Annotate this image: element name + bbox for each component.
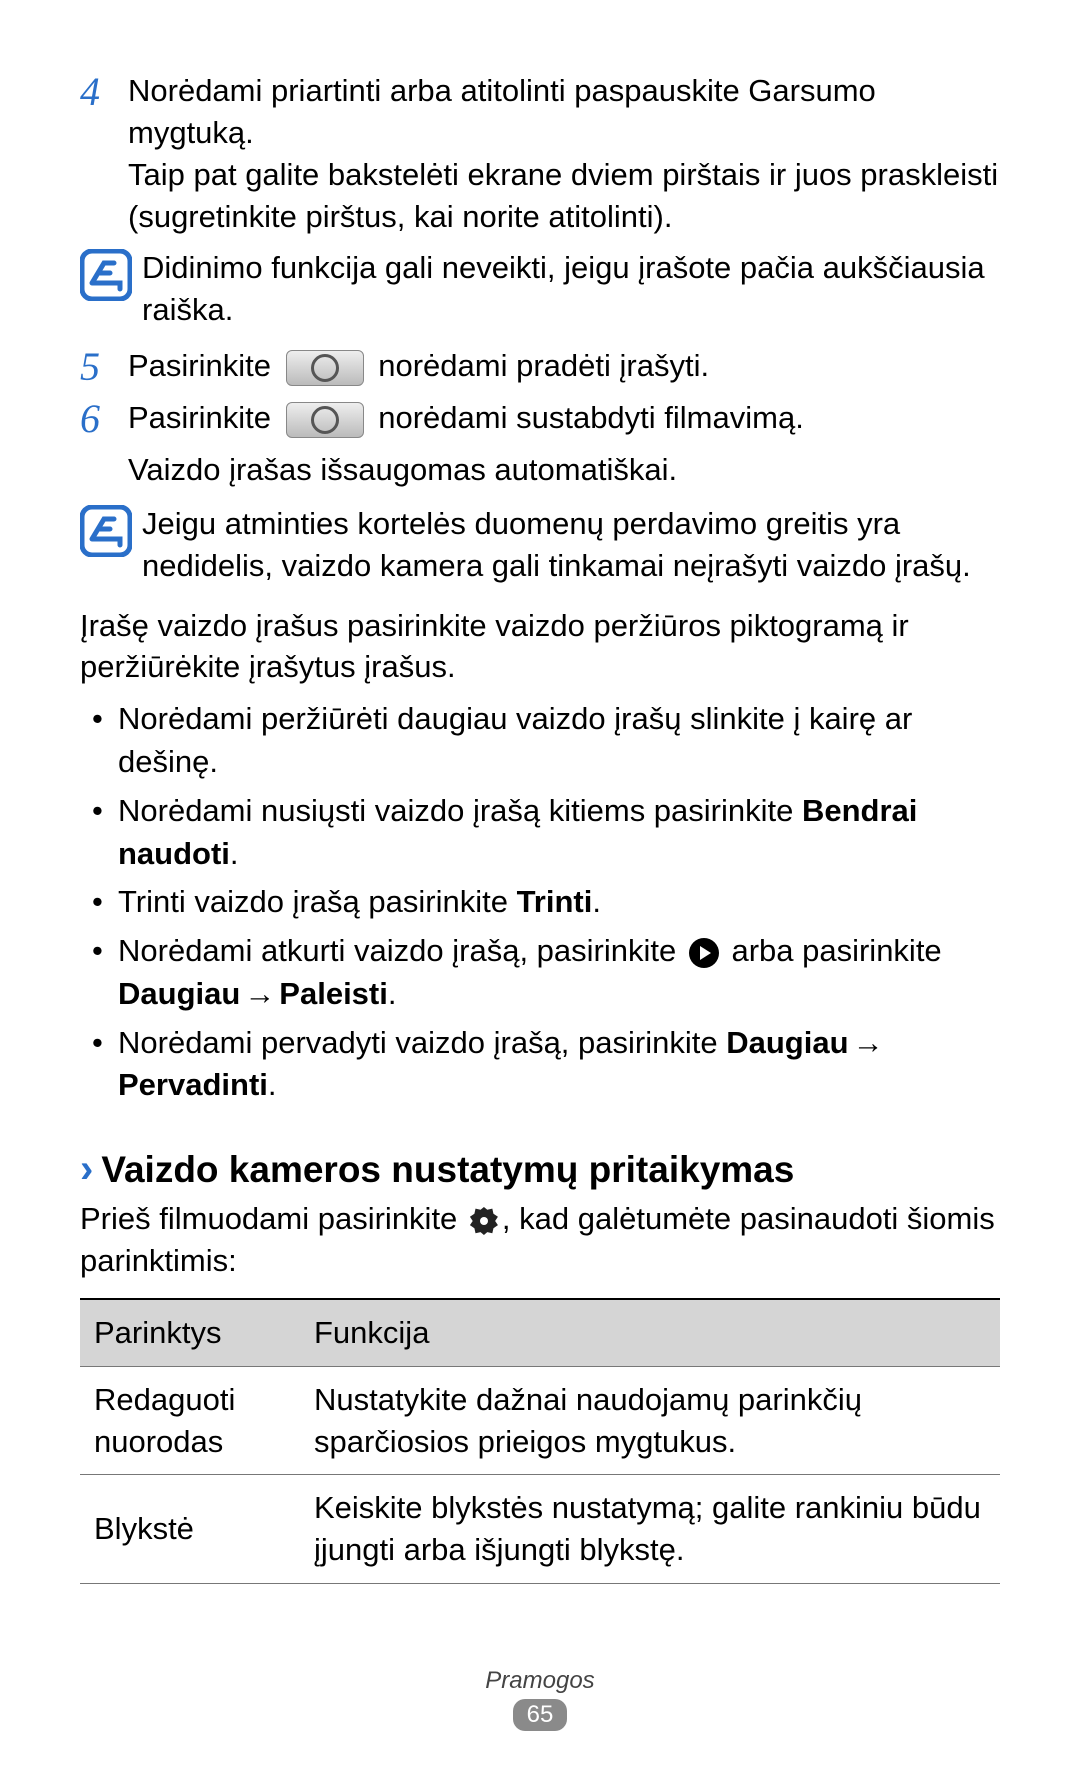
bullet-5-pre: Norėdami pervadyti vaizdo įrašą, pasirin… [118, 1025, 726, 1060]
step-6-text: Pasirinkite norėdami sustabdyti filmavim… [128, 397, 1000, 439]
intro-paragraph: Įrašę vaizdo įrašus pasirinkite vaizdo p… [80, 605, 1000, 689]
page-footer: Pramogos 65 [0, 1667, 1080, 1731]
step-6-post: norėdami sustabdyti filmavimą. [378, 400, 804, 435]
section-title: Vaizdo kameros nustatymų pritaikymas [101, 1149, 794, 1191]
bullet-1: Norėdami peržiūrėti daugiau vaizdo įrašų… [80, 698, 1000, 784]
table-cell-option: Blykstė [80, 1475, 300, 1584]
step-5-pre: Pasirinkite [128, 348, 271, 383]
arrow-icon: → [853, 1022, 884, 1065]
dot: . [388, 976, 397, 1011]
bullet-5-bold1: Daugiau [726, 1025, 848, 1060]
section-intro: Prieš filmuodami pasirinkite , kad galėt… [80, 1198, 1000, 1282]
step-5-text: Pasirinkite norėdami pradėti įrašyti. [128, 345, 1000, 387]
step-number-4: 4 [80, 70, 128, 114]
table-cell-function: Keiskite blykstės nustatymą; galite rank… [300, 1475, 1000, 1584]
bullet-2-pre: Norėdami nusiųsti vaizdo įrašą kitiems p… [118, 793, 802, 828]
play-icon [689, 938, 719, 968]
step-4-line2: Taip pat galite bakstelėti ekrane dviem … [128, 157, 998, 234]
bullet-2: Norėdami nusiųsti vaizdo įrašą kitiems p… [80, 790, 1000, 876]
step-number-6: 6 [80, 397, 128, 441]
bullet-4-pre: Norėdami atkurti vaizdo įrašą, pasirinki… [118, 933, 685, 968]
footer-category: Pramogos [0, 1667, 1080, 1695]
options-table: Parinktys Funkcija Redaguoti nuorodas Nu… [80, 1298, 1000, 1584]
table-header-row: Parinktys Funkcija [80, 1299, 1000, 1366]
section-header: › Vaizdo kameros nustatymų pritaikymas [80, 1147, 1000, 1192]
chevron-icon: › [80, 1147, 93, 1192]
note-1: Didinimo funkcija gali neveikti, jeigu į… [80, 247, 1000, 331]
dot: . [268, 1067, 277, 1102]
table-cell-option: Redaguoti nuorodas [80, 1366, 300, 1475]
arrow-icon: → [244, 973, 275, 1016]
note-2: Jeigu atminties kortelės duomenų perdavi… [80, 503, 1000, 587]
note-2-text: Jeigu atminties kortelės duomenų perdavi… [142, 503, 1000, 587]
page-number-badge: 65 [513, 1699, 568, 1731]
record-button-icon [286, 350, 364, 386]
step-4: 4 Norėdami priartinti arba atitolinti pa… [80, 70, 1000, 237]
table-row: Redaguoti nuorodas Nustatykite dažnai na… [80, 1366, 1000, 1475]
note-icon [80, 249, 132, 301]
bullet-3: Trinti vaizdo įrašą pasirinkite Trinti. [80, 881, 1000, 924]
step-number-5: 5 [80, 345, 128, 389]
bullet-4-bold2: Paleisti [279, 976, 388, 1011]
step-4-text: Norėdami priartinti arba atitolinti pasp… [128, 70, 1000, 237]
bullet-4: Norėdami atkurti vaizdo įrašą, pasirinki… [80, 930, 1000, 1016]
table-header-options: Parinktys [80, 1299, 300, 1366]
note-icon [80, 505, 132, 557]
step-6-pre: Pasirinkite [128, 400, 271, 435]
bullet-1-text: Norėdami peržiūrėti daugiau vaizdo įrašų… [118, 701, 912, 779]
stop-button-icon [286, 402, 364, 438]
table-cell-function: Nustatykite dažnai naudojamų parinkčių s… [300, 1366, 1000, 1475]
page-content: 4 Norėdami priartinti arba atitolinti pa… [80, 70, 1000, 1584]
gear-icon [470, 1207, 498, 1235]
bullet-3-pre: Trinti vaizdo įrašą pasirinkite [118, 884, 517, 919]
note-1-text: Didinimo funkcija gali neveikti, jeigu į… [142, 247, 1000, 331]
bullet-4-mid: arba pasirinkite [723, 933, 942, 968]
bullet-list: Norėdami peržiūrėti daugiau vaizdo įrašų… [80, 698, 1000, 1107]
step-5-post: norėdami pradėti įrašyti. [378, 348, 709, 383]
step-4-line1: Norėdami priartinti arba atitolinti pasp… [128, 73, 876, 150]
bullet-3-bold: Trinti [517, 884, 593, 919]
step-6-sub: Vaizdo įrašas išsaugomas automatiškai. [128, 449, 1000, 491]
table-row: Blykstė Keiskite blykstės nustatymą; gal… [80, 1475, 1000, 1584]
section-intro-pre: Prieš filmuodami pasirinkite [80, 1201, 466, 1236]
step-5: 5 Pasirinkite norėdami pradėti įrašyti. [80, 345, 1000, 389]
dot: . [592, 884, 601, 919]
dot: . [230, 836, 239, 871]
bullet-5-bold2: Pervadinti [118, 1067, 268, 1102]
bullet-4-bold1: Daugiau [118, 976, 240, 1011]
table-header-function: Funkcija [300, 1299, 1000, 1366]
step-6: 6 Pasirinkite norėdami sustabdyti filmav… [80, 397, 1000, 441]
bullet-5: Norėdami pervadyti vaizdo įrašą, pasirin… [80, 1022, 1000, 1108]
